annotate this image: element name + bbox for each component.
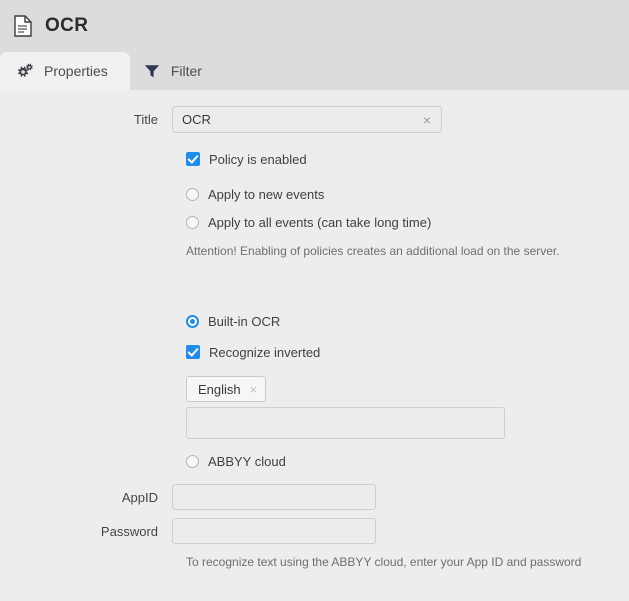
policy-enabled-checkbox-row[interactable]: Policy is enabled	[186, 148, 629, 170]
language-chip-english[interactable]: English ×	[186, 376, 267, 402]
title-label: Title	[133, 112, 158, 127]
password-row: Password	[0, 518, 629, 544]
apply-all-events-radio[interactable]	[186, 215, 199, 229]
remove-language-icon[interactable]: ×	[250, 383, 258, 396]
appid-label: AppID	[121, 489, 158, 505]
recognize-inverted-checkbox[interactable]	[186, 345, 200, 359]
title-row: Title OCR ×	[0, 106, 629, 133]
window-header: OCR	[0, 0, 629, 52]
attention-note: Attention! Enabling of policies creates …	[186, 244, 560, 258]
policy-enabled-label: Policy is enabled	[209, 151, 307, 167]
language-chip-area: English ×	[0, 376, 629, 402]
apply-new-events-radio[interactable]	[186, 187, 199, 201]
tab-properties[interactable]: Properties	[0, 52, 130, 90]
page-title: OCR	[45, 15, 89, 36]
language-chip-label: English	[198, 381, 241, 397]
apply-all-events-label: Apply to all events (can take long time)	[208, 214, 432, 230]
password-input[interactable]	[172, 518, 376, 544]
builtin-ocr-radio[interactable]	[186, 314, 199, 328]
policy-enabled-checkbox[interactable]	[186, 152, 200, 166]
apply-all-events-radio-row[interactable]: Apply to all events (can take long time)	[186, 211, 629, 233]
tab-filter[interactable]: Filter	[130, 52, 224, 90]
tab-bar: Properties Filter	[0, 52, 629, 90]
funnel-icon	[144, 64, 160, 79]
apply-new-events-radio-row[interactable]: Apply to new events	[186, 183, 629, 205]
gears-icon	[14, 63, 33, 80]
tab-properties-label: Properties	[44, 63, 108, 79]
document-icon	[14, 15, 32, 37]
recognize-inverted-checkbox-row[interactable]: Recognize inverted	[186, 341, 629, 363]
builtin-ocr-label: Built-in OCR	[208, 313, 281, 329]
apply-new-events-label: Apply to new events	[208, 186, 325, 202]
tab-filter-label: Filter	[170, 63, 202, 79]
title-input[interactable]: OCR ×	[172, 106, 442, 133]
properties-panel: Title OCR × Policy is enabled Apply to n…	[0, 90, 629, 601]
cloud-credentials-note: To recognize text using the ABBYY cloud,…	[186, 555, 582, 569]
abbyy-cloud-radio-row[interactable]: ABBYY cloud	[186, 450, 629, 472]
appid-row: AppID	[0, 484, 629, 510]
language-input[interactable]	[186, 407, 505, 439]
builtin-ocr-radio-row[interactable]: Built-in OCR	[186, 310, 629, 332]
password-label: Password	[100, 523, 158, 539]
title-input-value: OCR	[182, 112, 211, 127]
clear-title-icon[interactable]: ×	[419, 113, 435, 127]
abbyy-cloud-label: ABBYY cloud	[208, 453, 286, 469]
appid-input[interactable]	[172, 484, 376, 510]
recognize-inverted-label: Recognize inverted	[209, 344, 321, 360]
abbyy-cloud-radio[interactable]	[186, 454, 199, 468]
